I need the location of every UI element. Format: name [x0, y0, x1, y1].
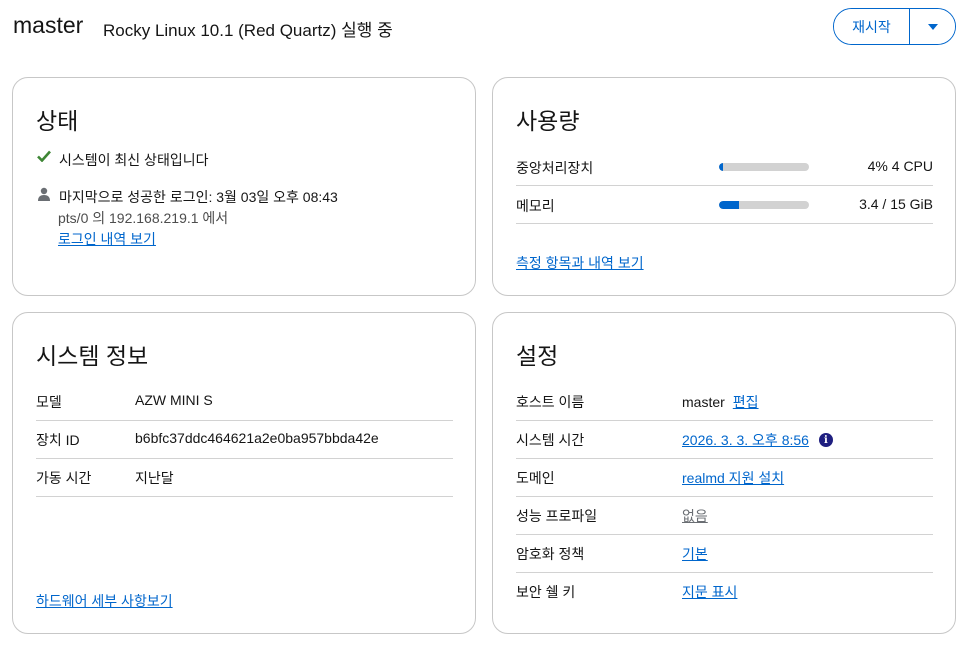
last-login-text: 마지막으로 성공한 로그인: 3월 03일 오후 08:43 [59, 189, 338, 205]
page-title: master [13, 12, 84, 38]
cpu-value: 4% 4 CPU [867, 158, 933, 174]
memory-progress-fill [719, 201, 739, 209]
config-row-hostname: 호스트 이름 master 편집 [516, 383, 933, 421]
status-card-title: 상태 [36, 108, 79, 134]
status-card: 상태 시스템이 최신 상태입니다 마지막으로 성공한 로그인: 3월 03일 오… [12, 77, 476, 296]
sysinfo-row-machine-id: 장치 ID b6bfc37ddc464621a2e0ba957bbda42e [36, 421, 453, 459]
hardware-details-link[interactable]: 하드웨어 세부 사항보기 [36, 591, 173, 611]
memory-value: 3.4 / 15 GiB [859, 196, 933, 212]
uptime-value: 지난달 [135, 470, 174, 486]
update-status-line: 시스템이 최신 상태입니다 [36, 150, 208, 170]
system-info-card: 시스템 정보 모델 AZW MINI S 장치 ID b6bfc37ddc464… [12, 312, 476, 634]
user-icon [36, 187, 52, 201]
model-key: 모델 [36, 394, 62, 410]
model-value: AZW MINI S [135, 392, 213, 408]
hostname-key: 호스트 이름 [516, 394, 585, 410]
domain-key: 도메인 [516, 470, 555, 486]
usage-card-title: 사용량 [516, 108, 580, 134]
caret-down-icon [927, 23, 938, 30]
os-status-text: Rocky Linux 10.1 (Red Quartz) 실행 중 [103, 21, 393, 40]
config-row-system-time: 시스템 시간 2026. 3. 3. 오후 8:56 i [516, 421, 933, 459]
sysinfo-row-uptime: 가동 시간 지난달 [36, 459, 453, 497]
cpu-progress-fill [719, 163, 723, 171]
crypto-policy-key: 암호화 정책 [516, 546, 585, 562]
performance-profile-key: 성능 프로파일 [516, 508, 598, 524]
memory-progress-bar [719, 201, 809, 209]
memory-label: 메모리 [516, 198, 555, 214]
config-row-domain: 도메인 realmd 지원 설치 [516, 459, 933, 497]
config-row-performance-profile: 성능 프로파일 없음 [516, 497, 933, 535]
sysinfo-row-model: 모델 AZW MINI S [36, 383, 453, 421]
hostname-value: master [682, 394, 725, 410]
uptime-key: 가동 시간 [36, 470, 92, 486]
top-bar: master Rocky Linux 10.1 (Red Quartz) 실행 … [0, 0, 969, 60]
configuration-card: 설정 호스트 이름 master 편집 시스템 시간 2026. 3. 3. 오… [492, 312, 956, 634]
machine-id-key: 장치 ID [36, 432, 80, 448]
config-row-crypto-policy: 암호화 정책 기본 [516, 535, 933, 573]
system-time-key: 시스템 시간 [516, 432, 585, 448]
login-source-text: pts/0 의 192.168.219.1 에서 [58, 210, 229, 226]
hostname-edit-link[interactable]: 편집 [733, 392, 759, 412]
crypto-policy-link[interactable]: 기본 [682, 544, 708, 564]
configuration-card-title: 설정 [516, 343, 559, 369]
ssh-keys-key: 보안 쉘 키 [516, 584, 576, 600]
usage-row-cpu: 중앙처리장치 4% 4 CPU [516, 148, 933, 186]
restart-menu-toggle[interactable] [910, 9, 955, 44]
usage-card: 사용량 중앙처리장치 4% 4 CPU 메모리 3.4 / 15 GiB 측정 … [492, 77, 956, 296]
machine-id-value: b6bfc37ddc464621a2e0ba957bbda42e [135, 430, 379, 446]
system-info-card-title: 시스템 정보 [36, 343, 149, 369]
usage-row-memory: 메모리 3.4 / 15 GiB [516, 186, 933, 224]
system-time-link[interactable]: 2026. 3. 3. 오후 8:56 [682, 430, 809, 450]
restart-button[interactable]: 재시작 [834, 9, 910, 44]
config-row-ssh-keys: 보안 쉘 키 지문 표시 [516, 573, 933, 611]
cpu-progress-bar [719, 163, 809, 171]
info-icon[interactable]: i [818, 433, 833, 447]
cpu-label: 중앙처리장치 [516, 160, 594, 176]
restart-split-button: 재시작 [833, 8, 956, 45]
domain-link[interactable]: realmd 지원 설치 [682, 468, 784, 488]
login-history-link[interactable]: 로그인 내역 보기 [58, 229, 156, 249]
ssh-keys-link[interactable]: 지문 표시 [682, 582, 737, 602]
update-status-text: 시스템이 최신 상태입니다 [59, 152, 209, 168]
performance-profile-link[interactable]: 없음 [682, 506, 708, 526]
metrics-history-link[interactable]: 측정 항목과 내역 보기 [516, 253, 644, 273]
last-login-line: 마지막으로 성공한 로그인: 3월 03일 오후 08:43 [36, 187, 338, 207]
check-icon [36, 150, 52, 162]
